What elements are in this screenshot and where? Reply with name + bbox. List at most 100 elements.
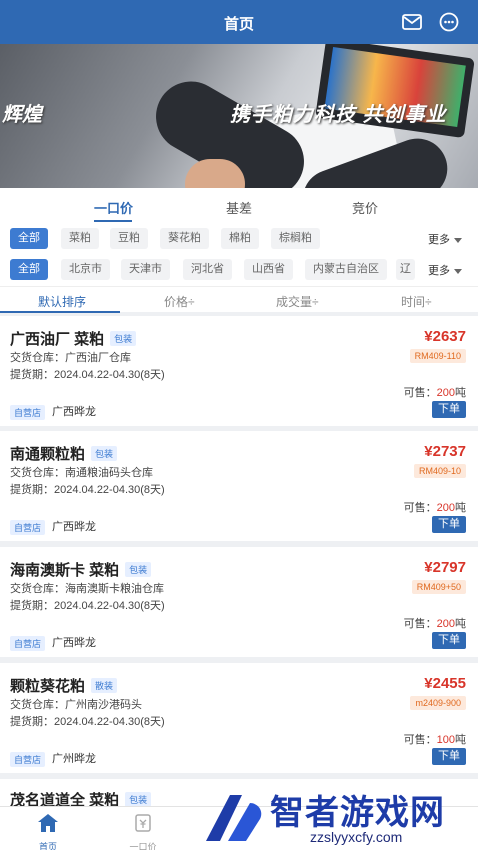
nav-fixed-price[interactable]: 一口价 xyxy=(113,813,173,850)
promo-banner[interactable]: 辉煌 携手粕力科技 共创事业 xyxy=(0,44,478,188)
listing-price: ¥2455 xyxy=(424,675,466,692)
contract-badge: RM409-110 xyxy=(409,349,466,363)
listing-title: 广西油厂 菜粕 xyxy=(10,331,105,348)
watermark-logo-icon xyxy=(206,795,262,841)
triangle-down-icon xyxy=(454,268,462,274)
trade-type-tabs: 一口价 基差 竞价 xyxy=(0,188,478,224)
avail-unit: 吨 xyxy=(455,502,466,514)
listing-title: 颗粒葵花粕 xyxy=(10,678,86,695)
seller-name: 广州晔龙 xyxy=(52,753,96,765)
tab-underline xyxy=(94,220,132,222)
avail-unit: 吨 xyxy=(455,734,466,746)
package-tag: 包装 xyxy=(125,792,152,807)
self-store-badge: 自营店 xyxy=(10,636,46,651)
listing-card[interactable]: 海南澳斯卡 菜粕 包装 交货仓库：海南澳斯卡粮油仓库 提货期：2024.04.22… xyxy=(0,547,478,657)
avail-unit: 吨 xyxy=(455,387,466,399)
avail-prefix: 可售： xyxy=(403,618,437,630)
avail-unit: 吨 xyxy=(455,618,466,630)
category-chip[interactable]: 葵花粕 xyxy=(160,228,209,249)
listing-warehouse: 交货仓库：广州南沙港码头 xyxy=(10,699,142,711)
region-chip[interactable]: 内蒙古自治区 xyxy=(305,259,387,280)
more-label: 更多 xyxy=(428,234,450,246)
listing-name: 广西油厂 菜粕 包装 xyxy=(10,328,137,349)
sort-price[interactable]: 价格÷ xyxy=(164,293,195,310)
package-tag: 散装 xyxy=(91,678,118,693)
listing-period: 提货期：2024.04.22-04.30(8天) xyxy=(10,369,165,381)
listing-name: 颗粒葵花粕 散装 xyxy=(10,675,118,696)
listing-name: 海南澳斯卡 菜粕 包装 xyxy=(10,559,152,580)
category-chip[interactable]: 棕榈粕 xyxy=(271,228,320,249)
order-button[interactable]: 下单 xyxy=(432,516,466,533)
avail-prefix: 可售： xyxy=(403,734,437,746)
avail-qty: 200 xyxy=(436,618,455,630)
watermark-brand: 智者游戏网 xyxy=(270,794,445,832)
tab-auction[interactable]: 竞价 xyxy=(352,198,378,217)
package-tag: 包装 xyxy=(91,446,118,461)
available-quantity: 可售：200吨 xyxy=(404,615,466,631)
mail-icon[interactable] xyxy=(401,11,423,33)
sort-bar: 默认排序 价格÷ 成交量÷ 时间÷ xyxy=(0,286,478,313)
region-chip[interactable]: 天津市 xyxy=(121,259,170,280)
self-store-badge: 自营店 xyxy=(10,752,46,767)
region-chip[interactable]: 山西省 xyxy=(244,259,293,280)
tab-basis[interactable]: 基差 xyxy=(226,198,252,217)
contract-badge: RM409-10 xyxy=(413,464,466,478)
price-tag-icon xyxy=(135,814,151,832)
listing-card[interactable]: 南通颗粒粕 包装 交货仓库：南通粮油码头仓库 提货期：2024.04.22-04.… xyxy=(0,431,478,541)
package-tag: 包装 xyxy=(125,562,152,577)
category-chip[interactable]: 豆粕 xyxy=(110,228,148,249)
listing-warehouse: 交货仓库：广西油厂仓库 xyxy=(10,352,131,364)
listing-price: ¥2637 xyxy=(424,328,466,345)
region-chip[interactable]: 辽 xyxy=(396,259,415,280)
more-label: 更多 xyxy=(428,265,450,277)
listing-period: 提货期：2024.04.22-04.30(8天) xyxy=(10,600,165,612)
available-quantity: 可售：200吨 xyxy=(404,384,466,400)
avail-qty: 200 xyxy=(436,387,455,399)
seller-name: 广西晔龙 xyxy=(52,406,96,418)
listing-card[interactable]: 广西油厂 菜粕 包装 交货仓库：广西油厂仓库 提货期：2024.04.22-04.… xyxy=(0,316,478,426)
nav-home[interactable]: 首页 xyxy=(18,813,78,850)
category-chip-all[interactable]: 全部 xyxy=(10,228,48,249)
listing-name: 南通颗粒粕 包装 xyxy=(10,443,118,464)
package-tag: 包装 xyxy=(110,331,137,346)
avail-prefix: 可售： xyxy=(403,387,437,399)
listing-price: ¥2797 xyxy=(424,559,466,576)
avail-qty: 100 xyxy=(436,734,455,746)
listing-title: 南通颗粒粕 xyxy=(10,446,86,463)
region-chip-all[interactable]: 全部 xyxy=(10,259,48,280)
category-chip[interactable]: 棉粕 xyxy=(221,228,259,249)
sort-default[interactable]: 默认排序 xyxy=(38,293,86,310)
listing-title: 海南澳斯卡 菜粕 xyxy=(10,562,120,579)
available-quantity: 可售：200吨 xyxy=(404,499,466,515)
avail-prefix: 可售： xyxy=(403,502,437,514)
chat-bubble-icon[interactable] xyxy=(438,11,460,33)
nav-label: 一口价 xyxy=(129,842,157,850)
seller-name: 广西晔龙 xyxy=(52,637,96,649)
listing-period: 提货期：2024.04.22-04.30(8天) xyxy=(10,484,165,496)
banner-text-left: 辉煌 xyxy=(2,104,42,126)
triangle-down-icon xyxy=(454,237,462,243)
order-button[interactable]: 下单 xyxy=(432,632,466,649)
category-more-dropdown[interactable]: 更多 xyxy=(428,231,462,247)
listing-card[interactable]: 颗粒葵花粕 散装 交货仓库：广州南沙港码头 提货期：2024.04.22-04.3… xyxy=(0,663,478,773)
site-watermark: 智者游戏网 zzslyyxcfy.com xyxy=(200,785,478,850)
avail-qty: 200 xyxy=(436,502,455,514)
region-chip[interactable]: 河北省 xyxy=(183,259,232,280)
sort-volume[interactable]: 成交量÷ xyxy=(276,293,319,310)
watermark-url: zzslyyxcfy.com xyxy=(310,829,403,845)
order-button[interactable]: 下单 xyxy=(432,401,466,418)
region-chip[interactable]: 北京市 xyxy=(61,259,110,280)
contract-badge: RM409+50 xyxy=(411,580,466,594)
nav-label: 首页 xyxy=(38,842,57,850)
self-store-badge: 自营店 xyxy=(10,405,46,420)
self-store-badge: 自营店 xyxy=(10,520,46,535)
home-icon xyxy=(38,814,58,832)
order-button[interactable]: 下单 xyxy=(432,748,466,765)
category-chip[interactable]: 菜粕 xyxy=(61,228,99,249)
contract-badge: m2409-900 xyxy=(410,696,466,710)
top-bar: 首页 xyxy=(0,0,478,44)
tab-fixed-price[interactable]: 一口价 xyxy=(94,198,133,217)
region-more-dropdown[interactable]: 更多 xyxy=(428,262,462,278)
sort-time[interactable]: 时间÷ xyxy=(401,293,432,310)
seller-name: 广西晔龙 xyxy=(52,521,96,533)
